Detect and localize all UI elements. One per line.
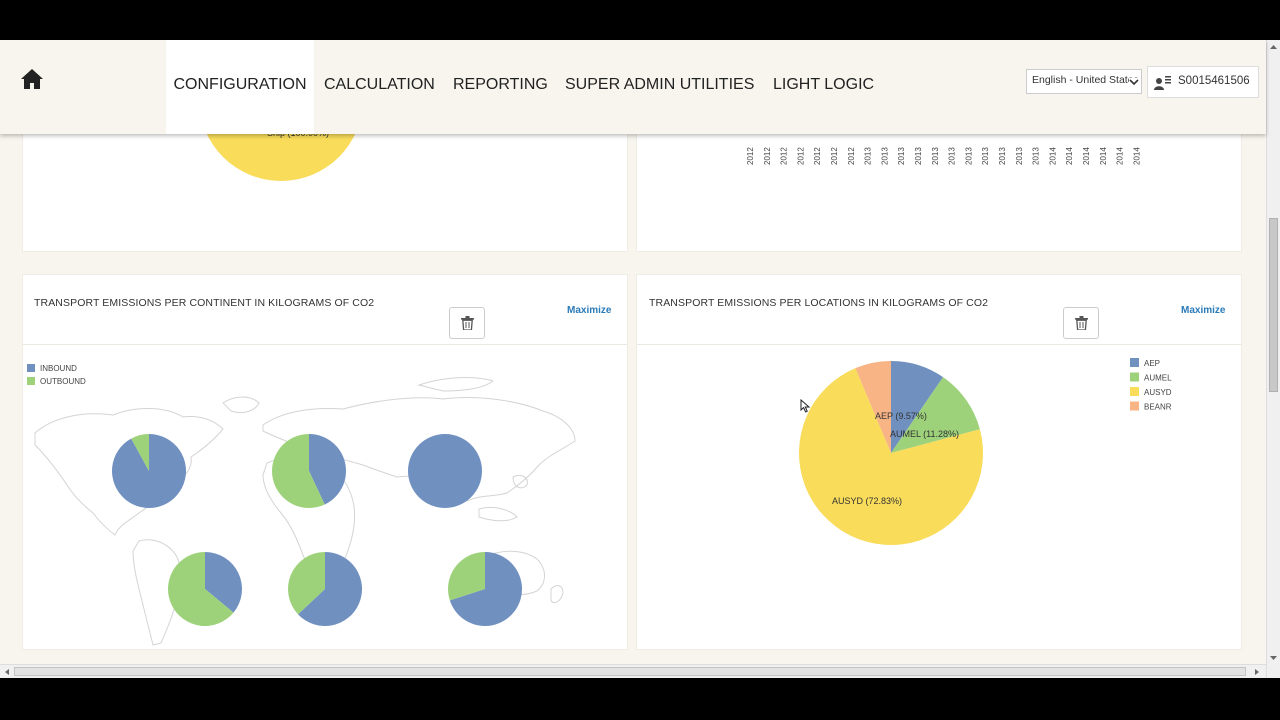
axis-tick-label: 2012 [780,147,789,165]
chart-legend: AEP AUMEL AUSYD BEANR [1130,358,1172,412]
nav-tab-light-logic[interactable]: LIGHT LOGIC [773,40,874,134]
legend-swatch [1130,401,1139,411]
axis-tick-label: 2013 [914,147,923,165]
panel-title: TRANSPORT EMISSIONS PER CONTINENT IN KIL… [34,297,375,309]
panel-title: TRANSPORT EMISSIONS PER LOCATIONS IN KIL… [649,297,989,309]
continent-map-chart: INBOUND OUTBOUND [27,364,576,646]
axis-tick-label: 2014 [1116,147,1125,165]
legend-label[interactable]: BEANR [1144,403,1172,412]
continent-pie[interactable] [272,434,347,508]
legend-swatch [1130,372,1139,382]
pie-data-label: AUMEL (11.28%) [890,429,959,439]
home-button[interactable] [20,68,46,92]
language-select[interactable]: English - United States [1026,69,1142,94]
maximize-link[interactable]: Maximize [567,305,611,316]
chart-legend: INBOUND OUTBOUND [27,364,86,386]
axis-tick-label: 2012 [796,147,805,165]
delete-widget-button[interactable] [1063,307,1099,339]
axis-tick-label: 2014 [1099,147,1108,165]
axis-tick-label: 2013 [880,147,889,165]
axis-tick-label: 2014 [1065,147,1074,165]
user-id: S0015461506 [1178,75,1250,87]
vertical-scrollbar[interactable] [1266,40,1280,678]
axis-tick-label: 2012 [830,147,839,165]
continent-pie[interactable] [448,552,522,626]
legend-swatch [1130,358,1139,367]
axis-tick-label: 2013 [1032,147,1041,165]
continent-emissions-panel: TRANSPORT EMISSIONS PER CONTINENT IN KIL… [22,274,628,650]
axis-tick-label: 2012 [746,147,755,165]
scroll-right-arrow-icon[interactable] [1253,666,1261,678]
axis-tick-label: 2013 [864,147,873,165]
location-emissions-panel: TRANSPORT EMISSIONS PER LOCATIONS IN KIL… [636,274,1242,650]
delete-widget-button[interactable] [449,307,485,339]
axis-tick-label: 2013 [1015,147,1024,165]
axis-tick-label: 2012 [847,147,856,165]
vertical-scrollbar-thumb[interactable] [1269,218,1278,392]
axis-tick-label: 2013 [981,147,990,165]
legend-label[interactable]: AUSYD [1144,388,1172,397]
language-select-value: English - United States [1032,74,1139,86]
axis-tick-label: 2012 [763,147,772,165]
axis-tick-label: 2013 [931,147,940,165]
legend-swatch [27,377,35,385]
location-pie [799,361,983,545]
legend-swatch [27,364,35,372]
axis-tick-label: 2013 [998,147,1007,165]
scroll-up-arrow-icon[interactable] [1267,43,1280,51]
nav-tab-super-admin-utilities[interactable]: SUPER ADMIN UTILITIES [565,40,754,134]
legend-label[interactable]: AEP [1144,359,1160,368]
legend-swatch [1130,387,1139,396]
location-pie-chart: AEP (9.57%) AUMEL (11.28%) AUSYD (72.83%) A… [799,358,1172,545]
continent-pie[interactable] [408,434,482,508]
axis-tick-label: 2012 [813,147,822,165]
user-list-icon [1154,76,1171,90]
mouse-cursor-icon [800,399,811,413]
app-viewport: Ship (100.00%) 2012201220122012201220122… [0,40,1280,678]
axis-tick-label: 2014 [1132,147,1141,165]
scroll-left-arrow-icon[interactable] [3,666,11,678]
home-icon [21,69,43,89]
axis-tick-label: 2014 [1048,147,1057,165]
continent-pie[interactable] [167,552,242,626]
continent-pie[interactable] [288,552,362,626]
legend-label[interactable]: INBOUND [40,364,77,373]
axis-tick-label: 2013 [948,147,957,165]
axis-tick-label: 2013 [897,147,906,165]
trash-icon [1074,316,1088,330]
nav-tab-configuration[interactable]: CONFIGURATION [166,40,314,134]
nav-tab-reporting[interactable]: REPORTING [453,40,548,134]
pie-slice-inbound[interactable] [408,434,482,508]
chevron-down-icon [1129,78,1139,86]
pie-data-label: AUSYD (72.83%) [832,496,902,506]
maximize-link[interactable]: Maximize [1181,305,1225,316]
scroll-down-arrow-icon[interactable] [1267,654,1280,662]
horizontal-scrollbar-thumb[interactable] [14,667,1246,676]
dashboard-content: Ship (100.00%) 2012201220122012201220122… [0,40,1266,678]
axis-tick-label: 2014 [1082,147,1091,165]
pie-data-label: AEP (9.57%) [875,411,927,421]
user-menu[interactable]: S0015461506 [1147,66,1259,98]
trash-icon [460,316,474,330]
legend-label[interactable]: AUMEL [1144,374,1172,383]
axis-tick-label: 2013 [964,147,973,165]
continent-pie[interactable] [112,434,187,508]
legend-label[interactable]: OUTBOUND [40,377,86,386]
nav-tab-calculation[interactable]: CALCULATION [324,40,435,134]
horizontal-scrollbar[interactable] [0,664,1266,678]
top-navigation-bar: CONFIGURATION CALCULATION REPORTING SUPE… [0,40,1266,134]
